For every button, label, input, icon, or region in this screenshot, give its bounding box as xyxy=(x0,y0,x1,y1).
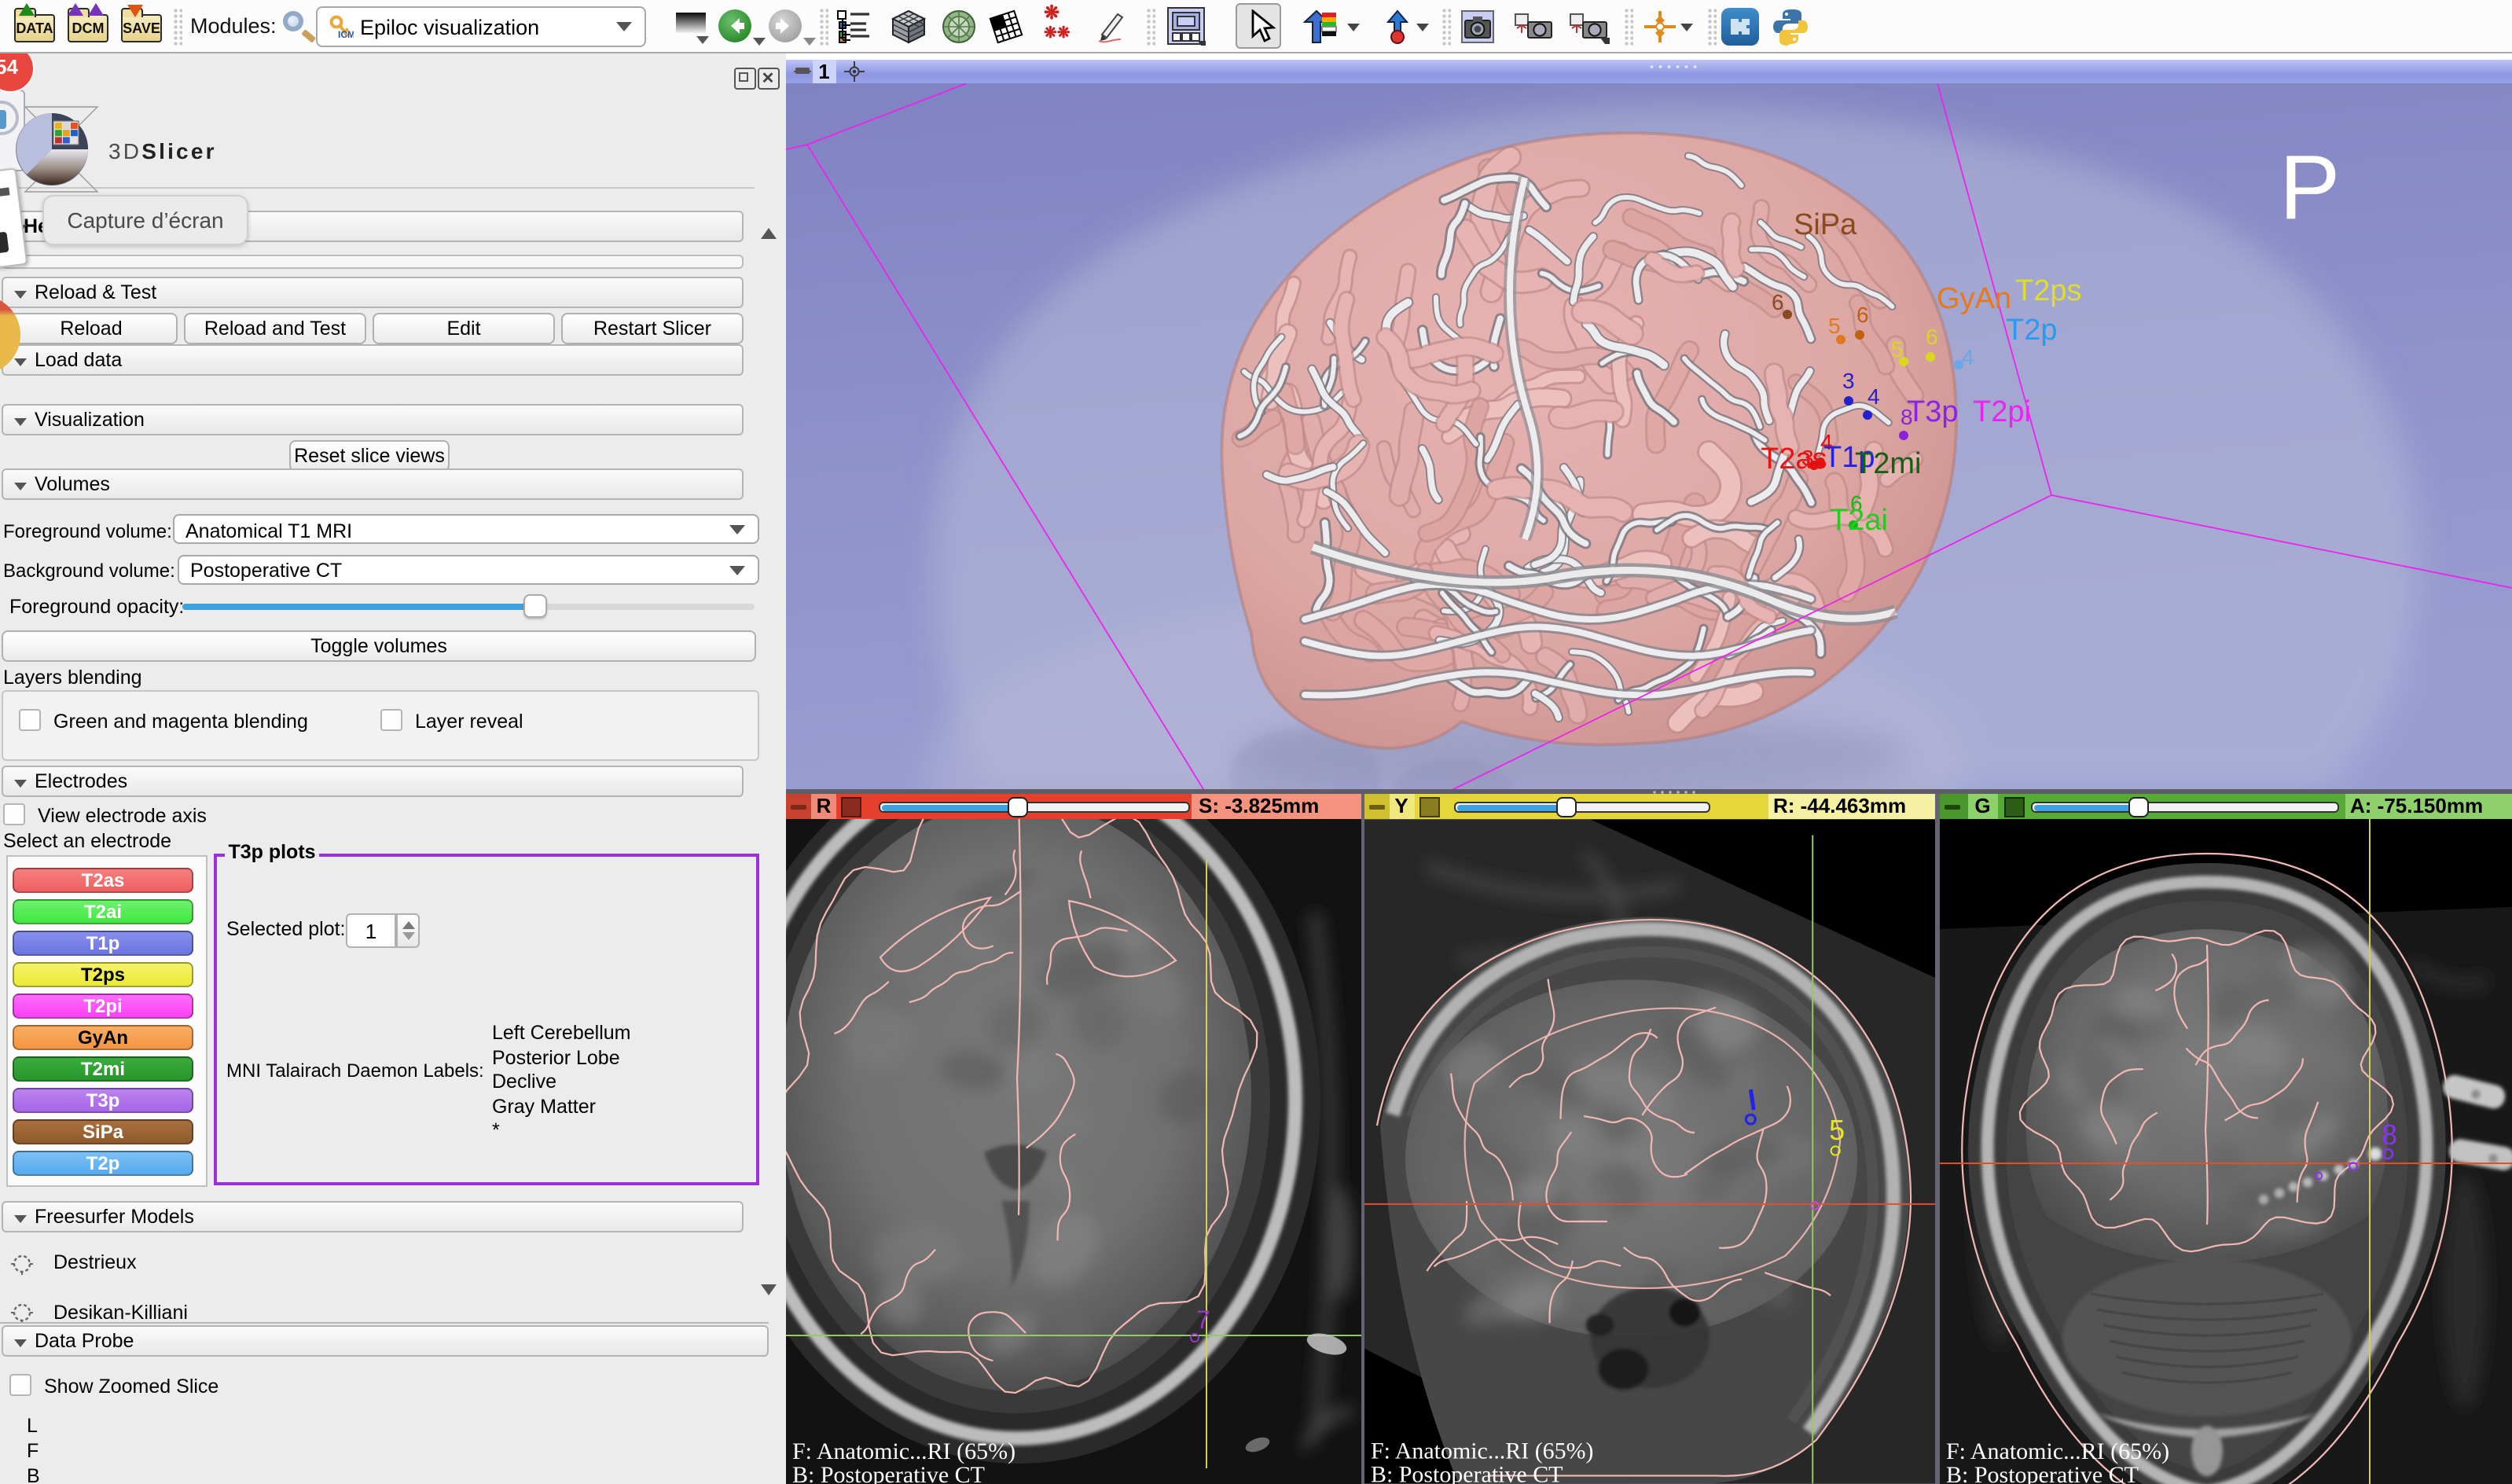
svg-text:3: 3 xyxy=(1842,368,1855,392)
svg-text:T3p: T3p xyxy=(1907,395,1958,428)
svg-text:B: Postoperative CT: B: Postoperative CT xyxy=(1370,1461,1562,1484)
svg-text:B: Postoperative CT: B: Postoperative CT xyxy=(1946,1462,2139,1484)
svg-text:F: Anatomic...RI (65%): F: Anatomic...RI (65%) xyxy=(792,1438,1015,1464)
svg-text:6: 6 xyxy=(1856,302,1869,326)
svg-text:T2mi: T2mi xyxy=(1855,446,1921,479)
svg-text:ICM: ICM xyxy=(338,28,354,39)
svg-text:SiPa: SiPa xyxy=(1794,208,1857,241)
svg-text:GyAn: GyAn xyxy=(1937,281,2011,314)
svg-text:T2ai: T2ai xyxy=(1830,503,1888,536)
svg-text:6: 6 xyxy=(1926,324,1938,348)
svg-text:F: Anatomic...RI (65%): F: Anatomic...RI (65%) xyxy=(1946,1438,2169,1464)
svg-text:8: 8 xyxy=(2382,1119,2397,1151)
svg-text:T2pi: T2pi xyxy=(1973,395,2031,428)
svg-text:T2p: T2p xyxy=(2006,313,2057,346)
svg-text:7: 7 xyxy=(1196,1306,1210,1334)
svg-text:F: Anatomic...RI (65%): F: Anatomic...RI (65%) xyxy=(1370,1438,1593,1464)
svg-text:P: P xyxy=(2279,135,2340,237)
svg-text:5: 5 xyxy=(1828,1114,1844,1146)
svg-text:6: 6 xyxy=(1772,289,1784,314)
svg-text:5: 5 xyxy=(1891,336,1904,361)
svg-text:4: 4 xyxy=(1867,384,1880,408)
svg-text:T2as: T2as xyxy=(1761,442,1827,475)
svg-text:4: 4 xyxy=(1962,344,1974,369)
svg-text:B: Postoperative CT: B: Postoperative CT xyxy=(792,1462,985,1484)
svg-text:T2ps: T2ps xyxy=(2015,274,2081,307)
svg-text:5: 5 xyxy=(1828,313,1841,337)
